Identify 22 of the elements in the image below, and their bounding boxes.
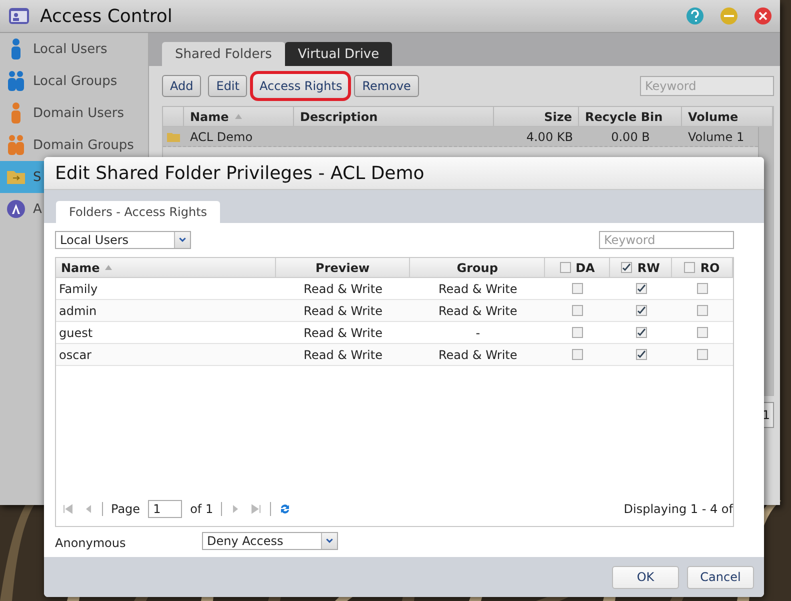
table-cell-text: 4.00 KB: [525, 130, 574, 144]
field-label: Anonymous: [55, 535, 127, 550]
table-cell-text: Read & Write: [302, 348, 384, 362]
table-cell-text: guest: [58, 326, 94, 340]
table-cell-text: Read & Write: [437, 348, 518, 362]
table-cell-text: Read & Write: [302, 282, 384, 296]
table-cell-text: Read & Write: [437, 304, 518, 318]
page-count: of 1: [190, 502, 214, 516]
window-title: Access Control: [40, 6, 174, 26]
dialog-title: Edit Shared Folder Privileges - ACL Demo: [55, 162, 424, 184]
table-cell-text: Read & Write: [437, 282, 518, 296]
table-cell-text: Read & Write: [302, 304, 384, 318]
table-cell-text: ACL Demo: [189, 130, 254, 144]
table-cell-text: oscar: [58, 348, 92, 362]
table-cell-text: -: [474, 326, 482, 340]
table-cell-text: Read & Write: [302, 326, 384, 340]
table-cell-text: 0.00 B: [610, 130, 651, 144]
table-cell-text: Family: [58, 282, 99, 296]
table-cell-text: admin: [58, 304, 98, 318]
table-cell-text: Volume 1: [687, 130, 746, 144]
page-label: Page: [111, 502, 140, 516]
paging-summary: Displaying 1 - 4 of: [624, 502, 733, 516]
